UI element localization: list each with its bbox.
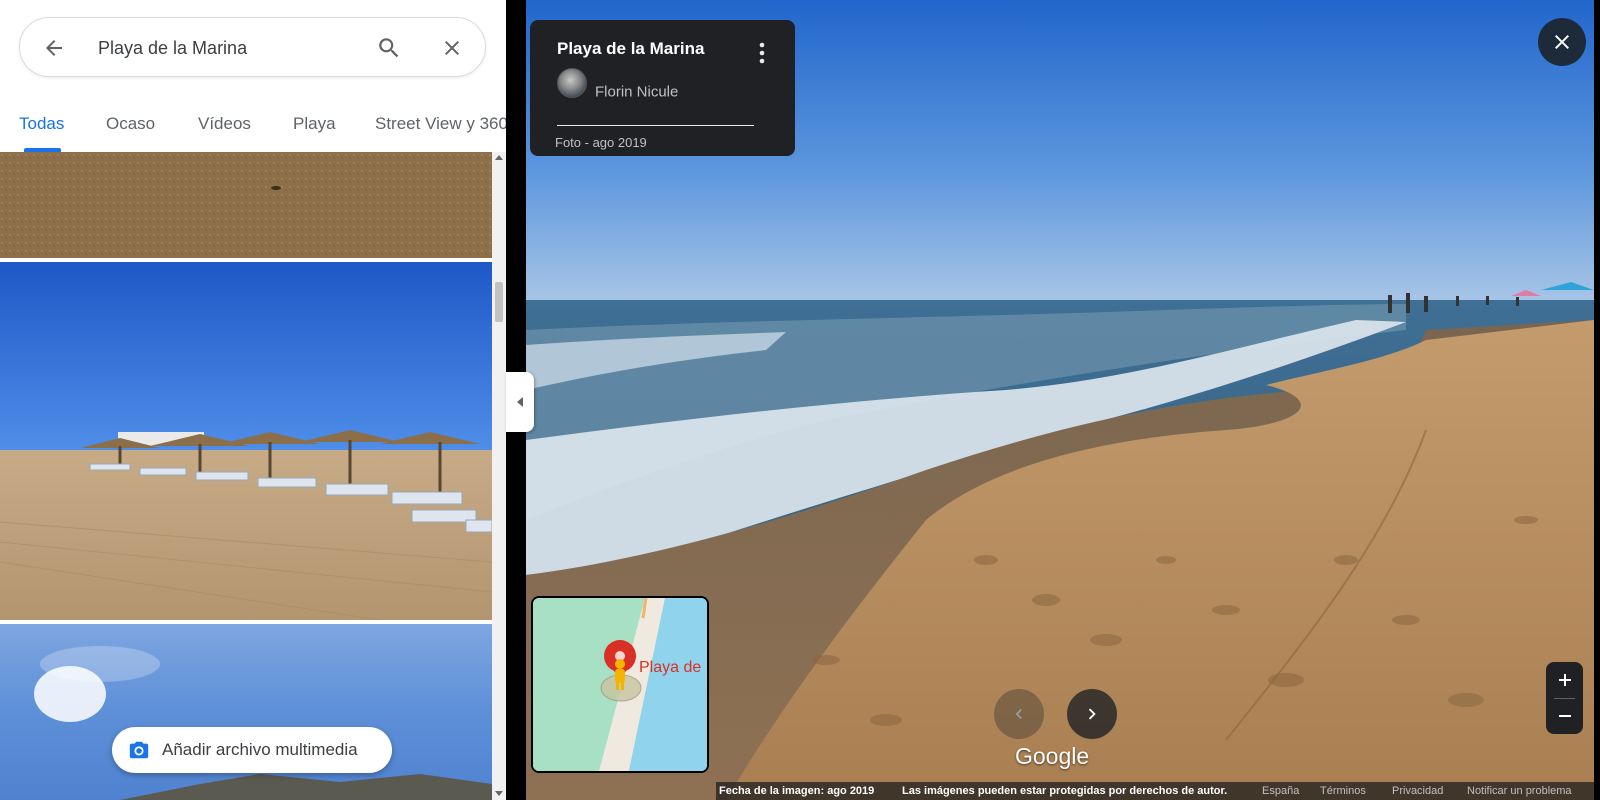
collapse-panel-button[interactable] bbox=[506, 372, 534, 432]
arrow-back-icon bbox=[46, 40, 62, 56]
add-media-label: Añadir archivo multimedia bbox=[162, 740, 358, 759]
next-photo-button[interactable] bbox=[1067, 689, 1117, 739]
privacy-link[interactable]: Privacidad bbox=[1392, 785, 1443, 797]
copyright-notice: Las imágenes pueden estar protegidas por… bbox=[902, 785, 1228, 797]
minus-icon bbox=[1558, 715, 1571, 717]
close-icon bbox=[1555, 35, 1569, 49]
mini-map[interactable]: Playa de bbox=[531, 596, 709, 773]
tab-todas[interactable]: Todas bbox=[19, 114, 64, 134]
plus-icon bbox=[1558, 674, 1571, 686]
scroll-down-arrow[interactable] bbox=[495, 791, 503, 796]
author-avatar[interactable] bbox=[557, 68, 587, 98]
side-panel: Todas Ocaso Vídeos Playa Street View y 3… bbox=[0, 0, 506, 800]
zoom-out-button[interactable] bbox=[1546, 698, 1583, 734]
close-icon bbox=[445, 41, 459, 55]
zoom-controls bbox=[1546, 662, 1583, 734]
place-title: Playa de la Marina bbox=[557, 39, 705, 58]
close-viewer-button[interactable] bbox=[1538, 18, 1586, 66]
search-icon bbox=[379, 38, 399, 58]
region-link[interactable]: España bbox=[1262, 785, 1299, 797]
more-vert-icon bbox=[759, 42, 765, 64]
tab-ocaso[interactable]: Ocaso bbox=[106, 114, 155, 134]
google-logo: Google bbox=[1015, 743, 1090, 769]
tab-videos[interactable]: Vídeos bbox=[198, 114, 251, 134]
chevron-left-icon bbox=[1015, 709, 1022, 719]
caret-left-icon bbox=[517, 397, 523, 407]
maps-photo-viewer: Todas Ocaso Vídeos Playa Street View y 3… bbox=[0, 0, 1600, 800]
add-media-button[interactable]: Añadir archivo multimedia bbox=[112, 727, 392, 773]
image-date: Fecha de la imagen: ago 2019 bbox=[719, 785, 875, 797]
scroll-up-arrow[interactable] bbox=[495, 155, 503, 160]
scroll-thumb[interactable] bbox=[495, 282, 503, 322]
viewer-border bbox=[1594, 0, 1600, 800]
gallery-photo[interactable] bbox=[0, 624, 492, 800]
previous-photo-button[interactable] bbox=[994, 689, 1044, 739]
back-button[interactable] bbox=[40, 34, 68, 62]
gallery-scrollbar[interactable] bbox=[492, 152, 506, 800]
camera-icon bbox=[129, 741, 149, 759]
tab-street-view[interactable]: Street View y 360° bbox=[375, 114, 506, 134]
zoom-in-button[interactable] bbox=[1546, 662, 1583, 698]
search-button[interactable] bbox=[375, 34, 403, 62]
card-divider bbox=[557, 125, 754, 126]
search-input[interactable] bbox=[98, 32, 348, 64]
search-box bbox=[19, 17, 486, 77]
terms-link[interactable]: Términos bbox=[1320, 785, 1366, 797]
photo-date: Foto - ago 2019 bbox=[555, 135, 647, 150]
report-problem-link[interactable]: Notificar un problema bbox=[1467, 785, 1572, 797]
photo-gallery bbox=[0, 152, 492, 800]
tab-playa[interactable]: Playa bbox=[293, 114, 336, 134]
gallery-photo[interactable] bbox=[0, 262, 492, 620]
clear-search-button[interactable] bbox=[438, 34, 466, 62]
attribution-footer: Fecha de la imagen: ago 2019 Las imágene… bbox=[716, 782, 1594, 800]
author-name[interactable]: Florin Nicule bbox=[595, 84, 678, 101]
more-options-button[interactable] bbox=[752, 38, 772, 68]
map-place-label: Playa de bbox=[639, 659, 702, 676]
chevron-right-icon bbox=[1088, 708, 1096, 720]
photo-info-card: Playa de la Marina Florin Nicule Foto - … bbox=[530, 20, 795, 156]
photo-category-tabs: Todas Ocaso Vídeos Playa Street View y 3… bbox=[0, 100, 506, 152]
gallery-photo[interactable] bbox=[0, 152, 492, 258]
